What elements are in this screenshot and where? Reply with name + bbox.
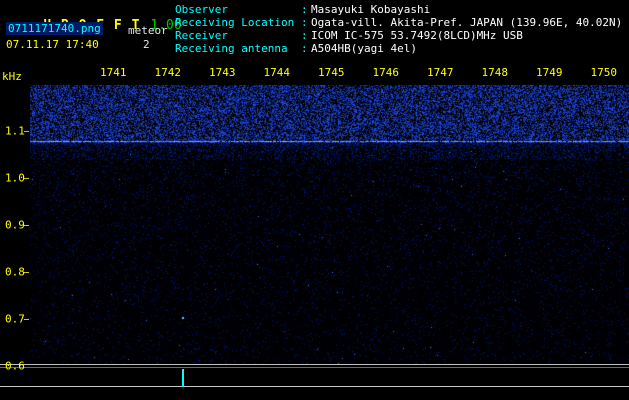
info-value: Ogata-vill. Akita-Pref. JAPAN (139.96E, … [311, 17, 622, 30]
info-colon: : [301, 30, 311, 43]
info-value: Masayuki Kobayashi [311, 4, 430, 17]
info-label: Receiving antenna [175, 43, 301, 56]
freq-axis-unit: kHz [2, 70, 22, 83]
freq-tick-label: 1.0 [5, 172, 25, 185]
hrofft-window: H R O F F T1.00 0711171740.png meteor 2 … [0, 0, 629, 400]
time-tick-label: 1748 [482, 66, 509, 79]
time-tick-label: 1743 [209, 66, 236, 79]
info-label: Observer [175, 4, 301, 17]
time-tick-label: 1746 [373, 66, 400, 79]
meteor-count-value: 2 [143, 38, 150, 51]
freq-tick-label: 0.7 [5, 313, 25, 326]
freq-tick-mark [24, 319, 29, 320]
output-filename: 0711171740.png [6, 22, 103, 35]
info-colon: : [301, 4, 311, 17]
info-value: ICOM IC-575 53.7492(8LCD)MHz USB [311, 30, 523, 43]
time-axis: 1741 1742 1743 1744 1745 1746 1747 1748 … [100, 66, 617, 79]
spectrogram-canvas [30, 85, 629, 364]
signal-level-strip [0, 364, 629, 400]
info-value: A504HB(yagi 4el) [311, 43, 417, 56]
freq-tick-label: 0.8 [5, 266, 25, 279]
time-tick-label: 1749 [536, 66, 563, 79]
level-baseline [0, 386, 629, 387]
info-label: Receiver [175, 30, 301, 43]
info-row-antenna: Receiving antenna: A504HB(yagi 4el) [175, 43, 622, 56]
freq-tick-label: 0.9 [5, 219, 25, 232]
freq-tick-mark [24, 131, 29, 132]
info-colon: : [301, 17, 311, 30]
freq-tick-mark [24, 272, 29, 273]
info-label: Receiving Location [175, 17, 301, 30]
time-tick-label: 1741 [100, 66, 127, 79]
freq-tick-label: 1.1 [5, 125, 25, 138]
freq-tick-label: 0.6 [5, 360, 25, 373]
station-info: Observer: Masayuki Kobayashi Receiving Lo… [175, 4, 622, 56]
meteor-level-spike [182, 369, 184, 387]
time-tick-label: 1750 [591, 66, 618, 79]
level-threshold-line-2 [0, 367, 629, 368]
observation-datetime: 07.11.17 17:40 [6, 38, 99, 51]
meteor-count-label: meteor [128, 24, 168, 37]
freq-tick-mark [24, 225, 29, 226]
freq-tick-mark [24, 178, 29, 179]
info-colon: : [301, 43, 311, 56]
info-row-location: Receiving Location: Ogata-vill. Akita-Pre… [175, 17, 622, 30]
info-row-receiver: Receiver: ICOM IC-575 53.7492(8LCD)MHz US… [175, 30, 622, 43]
time-tick-label: 1742 [155, 66, 182, 79]
time-tick-label: 1745 [318, 66, 345, 79]
level-threshold-line [0, 364, 629, 365]
time-tick-label: 1744 [264, 66, 291, 79]
time-tick-label: 1747 [427, 66, 454, 79]
info-row-observer: Observer: Masayuki Kobayashi [175, 4, 622, 17]
